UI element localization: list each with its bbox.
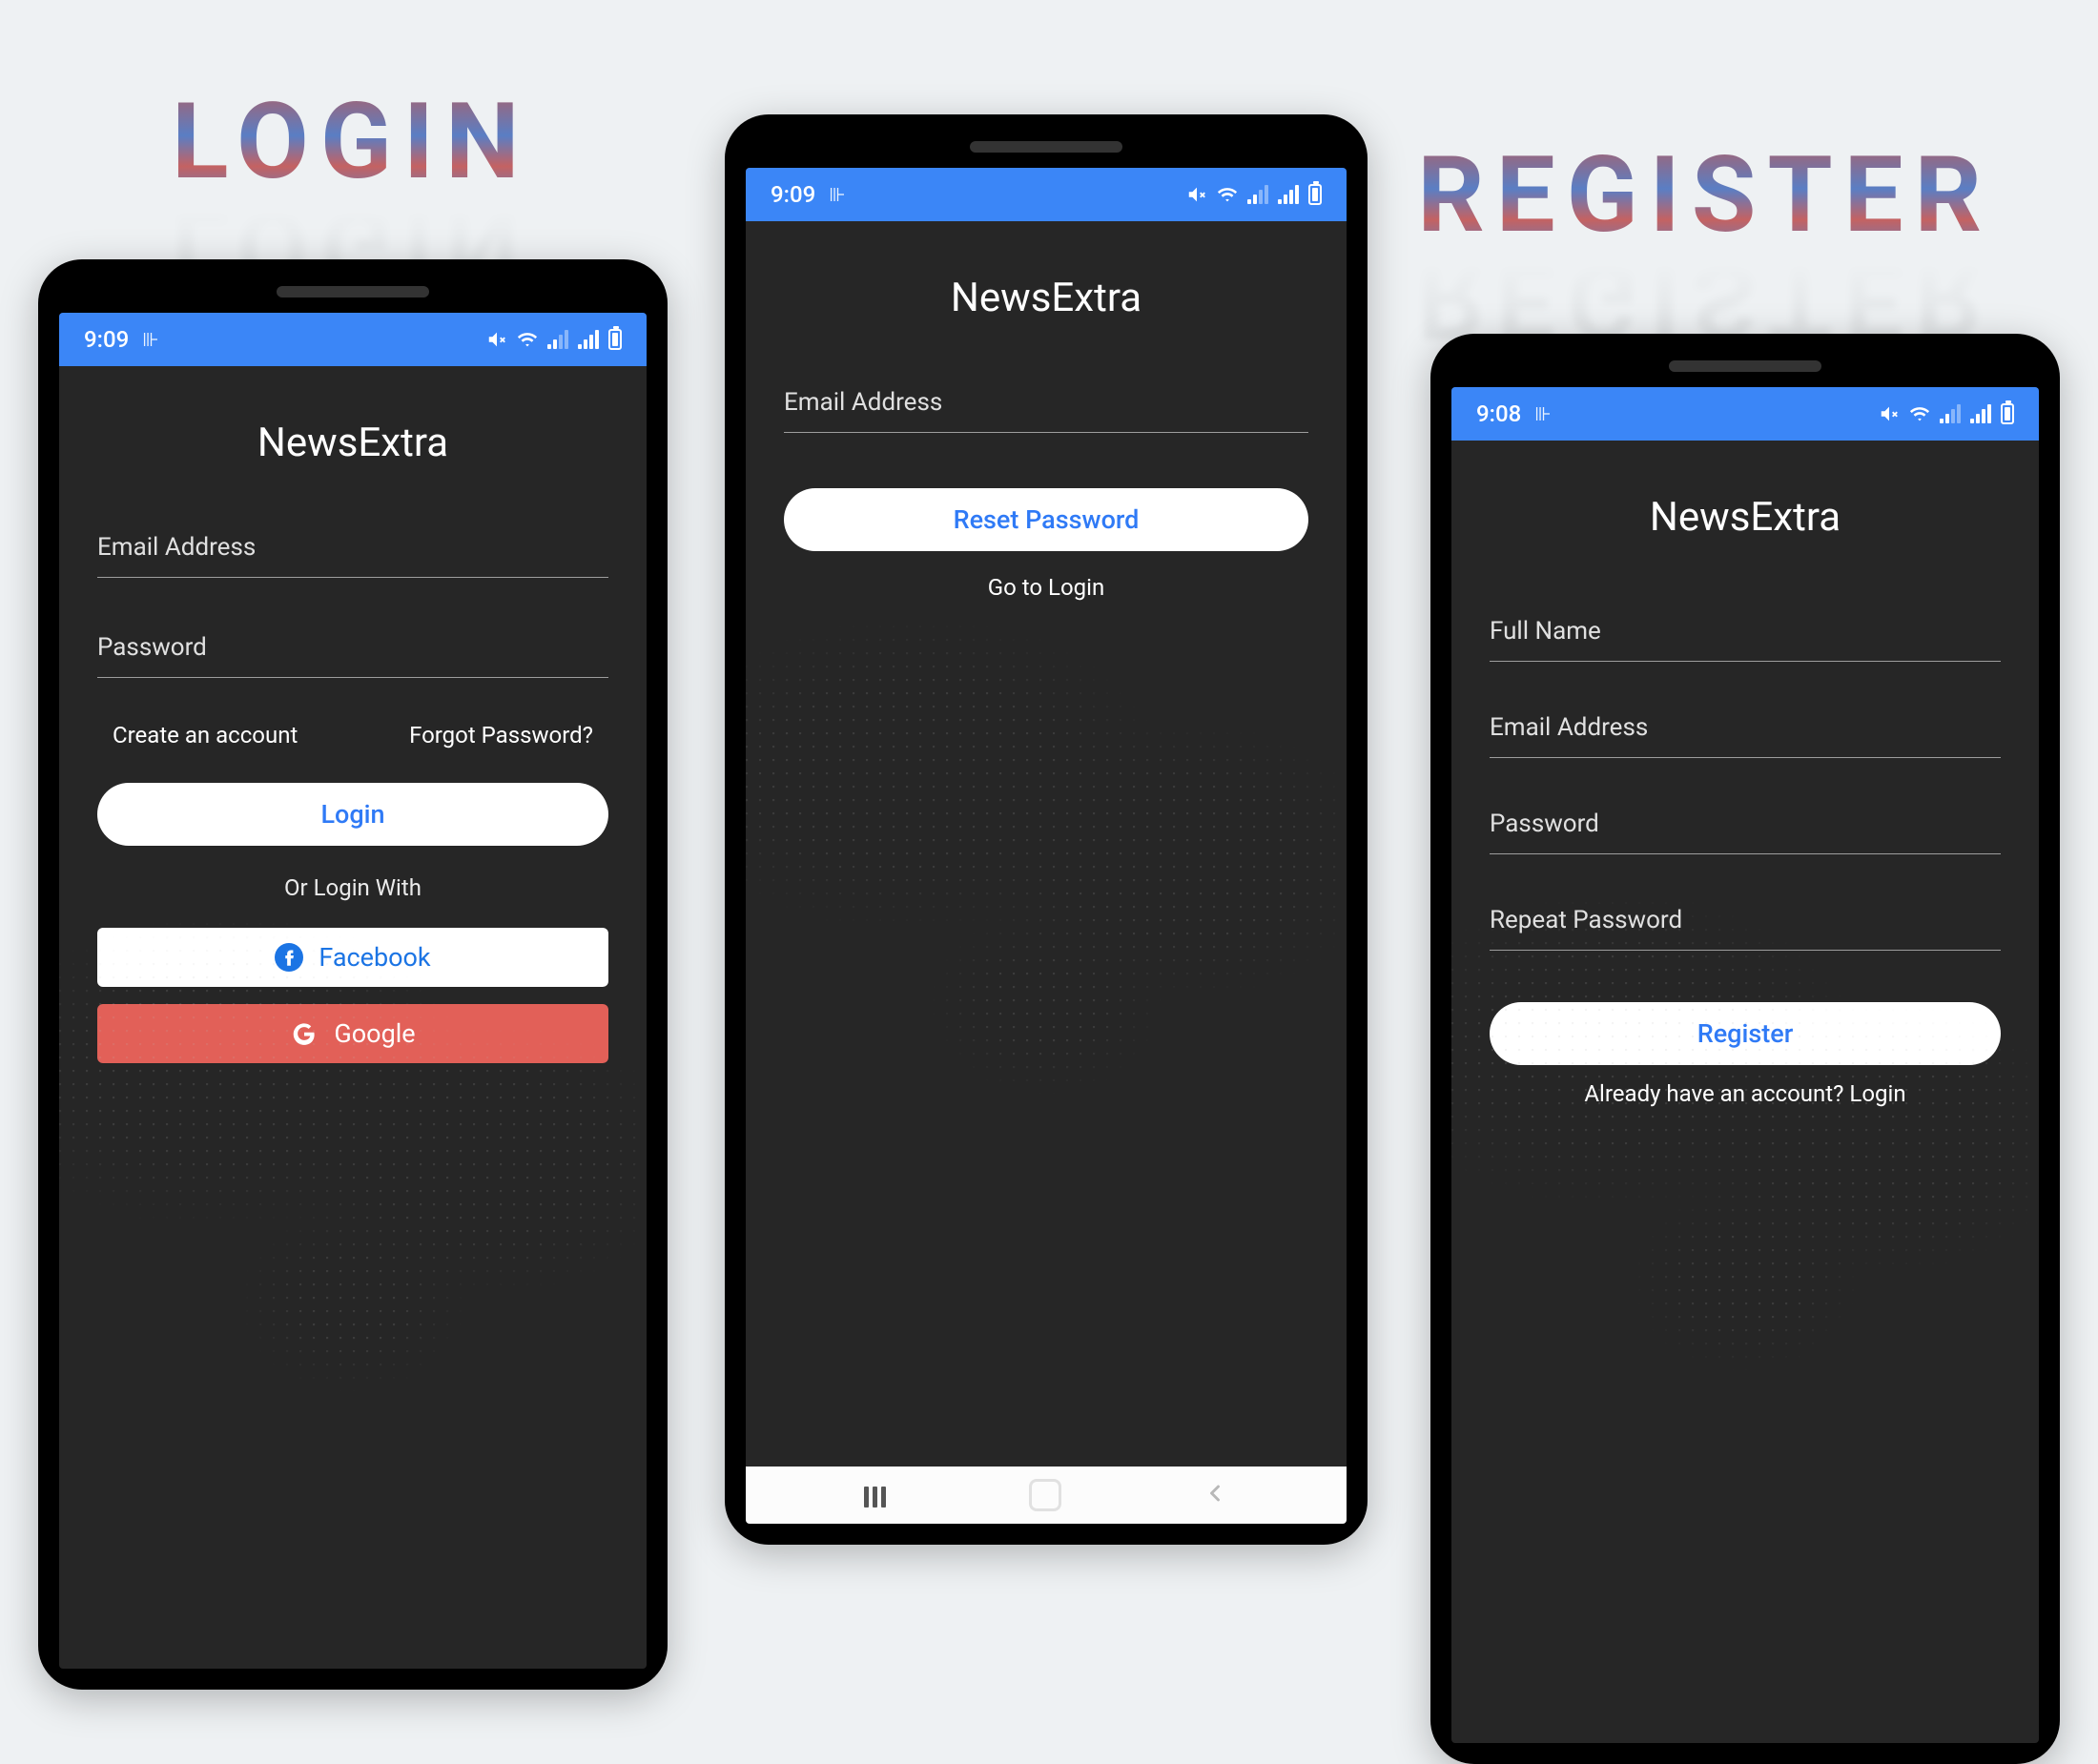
world-map-background <box>746 545 1347 1118</box>
wifi-icon <box>517 329 538 350</box>
facebook-icon <box>275 943 303 972</box>
google-icon <box>290 1019 319 1048</box>
phone-login: 9:09 ⊪ NewsExtra Email Address Password … <box>38 259 668 1690</box>
mute-icon <box>1879 403 1900 424</box>
create-account-link[interactable]: Create an account <box>113 722 298 749</box>
battery-icon <box>2001 403 2014 424</box>
login-button[interactable]: Login <box>97 783 608 846</box>
go-to-login-link[interactable]: Go to Login <box>784 574 1308 601</box>
password-label: Password <box>97 633 608 677</box>
nav-recent-apps-icon[interactable] <box>864 1483 889 1508</box>
or-login-with-label: Or Login With <box>97 874 608 901</box>
email-field[interactable]: Email Address <box>784 388 1308 433</box>
facebook-login-button[interactable]: Facebook <box>97 928 608 987</box>
already-have-account-link[interactable]: Already have an account? Login <box>1490 1080 2001 1107</box>
phone-earpiece <box>277 286 429 297</box>
password-field[interactable]: Password <box>1490 810 2001 854</box>
signal-bars-sim1-icon <box>1247 185 1268 204</box>
full-name-label: Full Name <box>1490 617 2001 661</box>
status-bar: 9:09 ⊪ <box>59 313 647 366</box>
signal-bars-sim2-icon <box>1970 404 1991 423</box>
phone-earpiece <box>1669 360 1821 372</box>
status-app-indicator-icon: ⊪ <box>142 328 158 351</box>
status-app-indicator-icon: ⊪ <box>1534 402 1551 425</box>
google-login-button[interactable]: Google <box>97 1004 608 1063</box>
email-field[interactable]: Email Address <box>97 533 608 578</box>
full-name-field[interactable]: Full Name <box>1490 617 2001 662</box>
email-label: Email Address <box>97 533 608 577</box>
wifi-icon <box>1217 184 1238 205</box>
mute-icon <box>1186 184 1207 205</box>
password-label: Password <box>1490 810 2001 853</box>
phone-register: 9:08 ⊪ NewsExtra Full Name Email Address… <box>1430 334 2060 1764</box>
repeat-password-field[interactable]: Repeat Password <box>1490 906 2001 951</box>
google-label: Google <box>334 1018 415 1049</box>
nav-back-icon[interactable] <box>1202 1480 1228 1510</box>
phone-reset-password: 9:09 ⊪ NewsExtra Email Address Reset Pas… <box>725 114 1368 1545</box>
reset-password-button[interactable]: Reset Password <box>784 488 1308 551</box>
app-title: NewsExtra <box>1490 494 2001 541</box>
forgot-password-link[interactable]: Forgot Password? <box>409 722 593 749</box>
email-label: Email Address <box>784 388 1308 432</box>
wifi-icon <box>1909 403 1930 424</box>
email-label: Email Address <box>1490 713 2001 757</box>
signal-bars-sim1-icon <box>1940 404 1961 423</box>
status-time: 9:08 <box>1476 400 1521 427</box>
phone-earpiece <box>970 141 1122 153</box>
battery-icon <box>1308 184 1322 205</box>
status-bar: 9:08 ⊪ <box>1451 387 2039 441</box>
mute-icon <box>486 329 507 350</box>
status-app-indicator-icon: ⊪ <box>829 183 845 206</box>
battery-icon <box>608 329 622 350</box>
status-time: 9:09 <box>771 181 815 208</box>
app-title: NewsExtra <box>784 275 1308 321</box>
status-bar: 9:09 ⊪ <box>746 168 1347 221</box>
app-title: NewsExtra <box>97 420 608 466</box>
android-nav-bar <box>746 1467 1347 1524</box>
repeat-password-label: Repeat Password <box>1490 906 2001 950</box>
email-field[interactable]: Email Address <box>1490 713 2001 758</box>
facebook-label: Facebook <box>319 942 430 973</box>
register-button[interactable]: Register <box>1490 1002 2001 1065</box>
signal-bars-sim1-icon <box>547 330 568 349</box>
signal-bars-sim2-icon <box>578 330 599 349</box>
password-field[interactable]: Password <box>97 633 608 678</box>
signal-bars-sim2-icon <box>1278 185 1299 204</box>
status-time: 9:09 <box>84 326 129 353</box>
nav-home-icon[interactable] <box>1029 1479 1061 1511</box>
